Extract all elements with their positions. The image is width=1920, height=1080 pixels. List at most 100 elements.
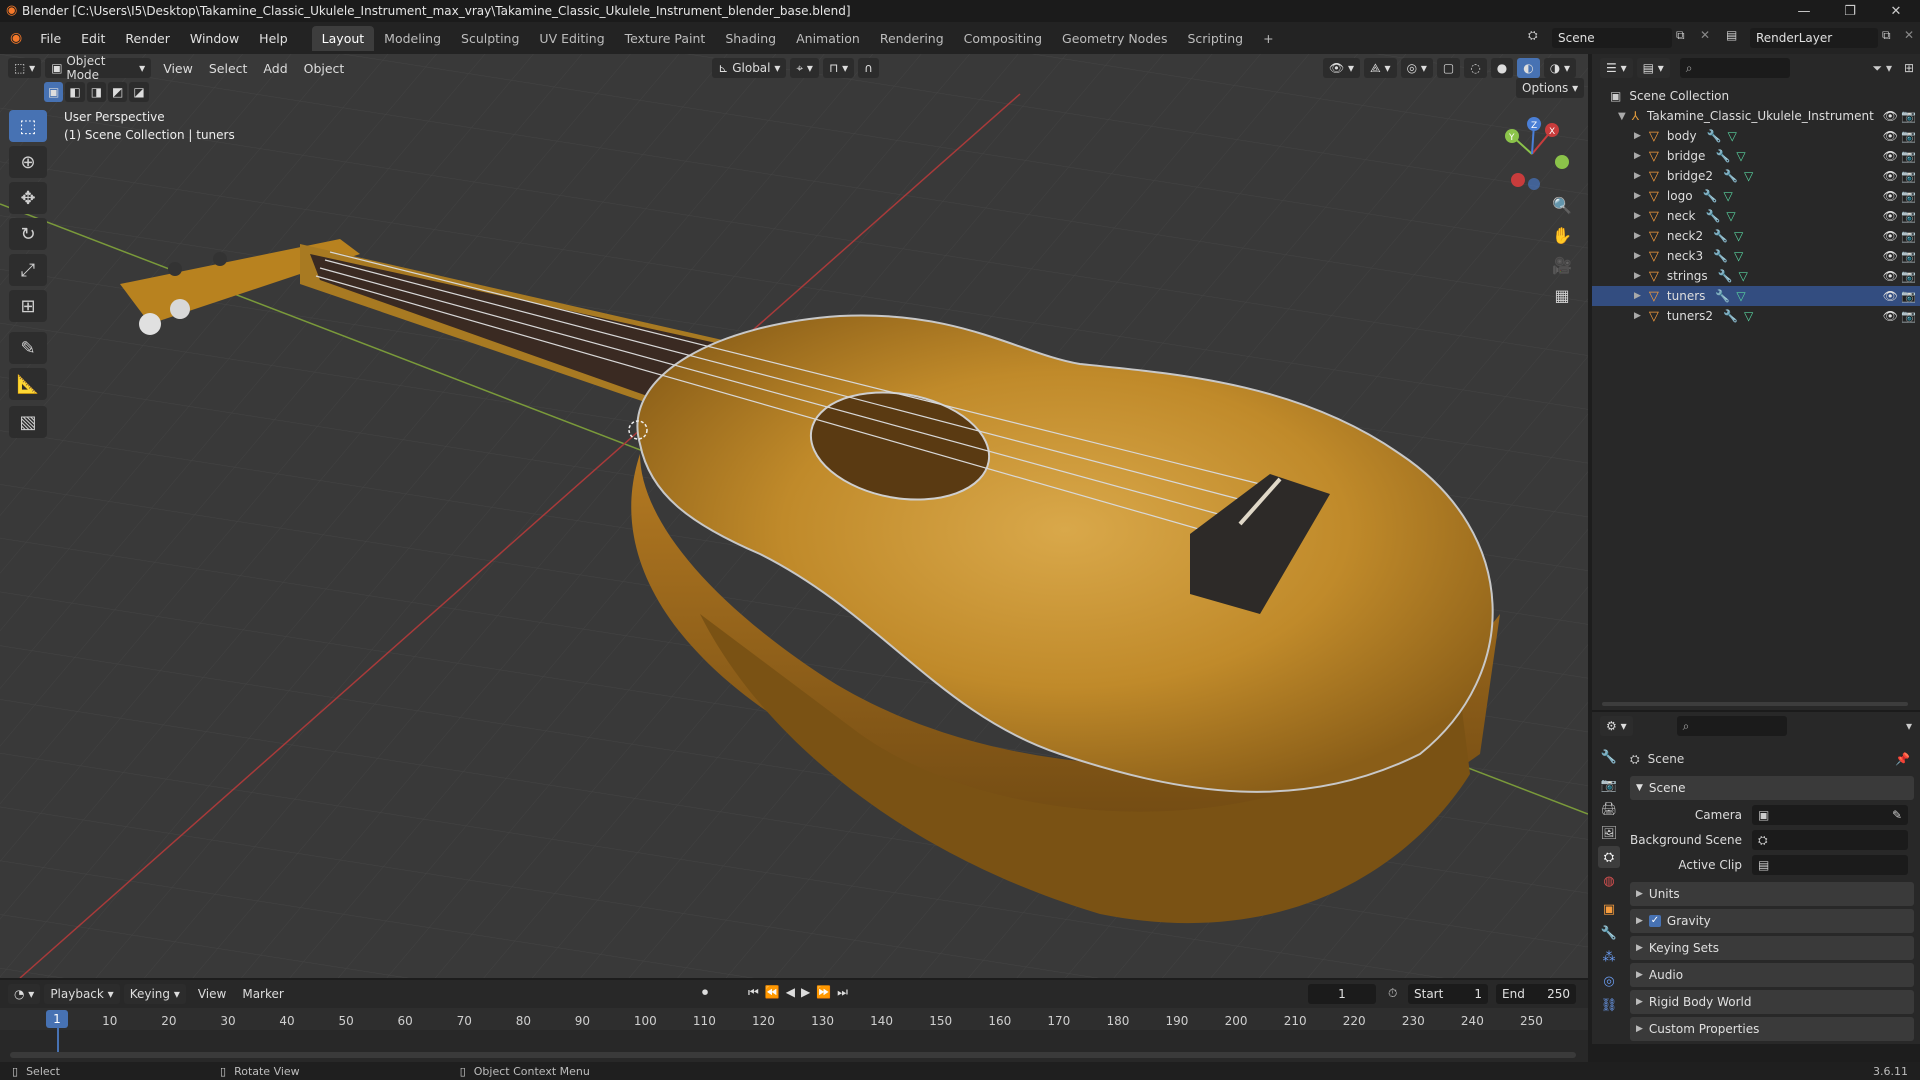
tuner-post[interactable]: [168, 262, 182, 276]
select-invert-icon[interactable]: ◩: [108, 82, 128, 102]
display-mode-icon[interactable]: ▤ ▾: [1636, 58, 1670, 78]
xray-icon[interactable]: ▢: [1436, 58, 1461, 78]
outliner-item-tuners2[interactable]: ▶ ▽ tuners2 🔧 ▽ 👁 📷: [1592, 306, 1920, 326]
scene-selector[interactable]: Scene: [1552, 28, 1672, 48]
expand-arrow-icon[interactable]: ▶: [1634, 311, 1641, 321]
zoom-icon[interactable]: 🔍: [1547, 192, 1577, 218]
gravity-checkbox[interactable]: ✓: [1648, 915, 1661, 927]
scene-collection-row[interactable]: ▣ Scene Collection: [1592, 86, 1920, 106]
navigation-gizmo[interactable]: X Y Z: [1492, 114, 1572, 194]
modifier-tab-icon[interactable]: 🔧: [1598, 922, 1620, 944]
expand-arrow-icon[interactable]: ▶: [1634, 191, 1641, 201]
eye-icon[interactable]: 👁: [1883, 149, 1898, 163]
playback-menu[interactable]: Playback ▾: [44, 984, 120, 1004]
tab-uv-editing[interactable]: UV Editing: [529, 26, 614, 51]
mesh-data-icon[interactable]: ▽: [1736, 289, 1745, 303]
rotate-tool-icon[interactable]: ↻: [9, 218, 47, 250]
panel-units[interactable]: ▶ Units: [1630, 882, 1914, 906]
physics-tab-icon[interactable]: ◎: [1598, 970, 1620, 992]
mesh-data-icon[interactable]: ▽: [1744, 169, 1753, 183]
mesh-data-icon[interactable]: ▽: [1728, 129, 1737, 143]
menu-file[interactable]: File: [30, 31, 71, 46]
panel-audio[interactable]: ▶ Audio: [1630, 963, 1914, 987]
perspective-grid-icon[interactable]: ▦: [1547, 282, 1577, 308]
rendered-shading-icon[interactable]: ◑ ▾: [1543, 58, 1576, 78]
render-camera-icon[interactable]: 📷: [1901, 309, 1916, 323]
pan-hand-icon[interactable]: ✋: [1547, 222, 1577, 248]
modifier-icon[interactable]: 🔧: [1723, 169, 1738, 183]
outliner-item-bridge2[interactable]: ▶ ▽ bridge2 🔧 ▽ 👁 📷: [1592, 166, 1920, 186]
outliner-item-logo[interactable]: ▶ ▽ logo 🔧 ▽ 👁 📷: [1592, 186, 1920, 206]
outliner-item-neck[interactable]: ▶ ▽ neck 🔧 ▽ 👁 📷: [1592, 206, 1920, 226]
end-frame-field[interactable]: End 250: [1496, 984, 1576, 1004]
filter-icon[interactable]: ⏷ ▾: [1873, 61, 1892, 76]
proportional-icon[interactable]: ∩: [858, 58, 879, 78]
eye-icon[interactable]: 👁: [1883, 169, 1898, 183]
eye-icon[interactable]: 👁: [1883, 229, 1898, 243]
render-camera-icon[interactable]: 📷: [1901, 249, 1916, 263]
menu-render[interactable]: Render: [115, 31, 180, 46]
outliner-item-tuners[interactable]: ▶ ▽ tuners 🔧 ▽ 👁 📷: [1592, 286, 1920, 306]
view-layer-tab-icon[interactable]: 🖼: [1598, 822, 1620, 844]
tab-shading[interactable]: Shading: [715, 26, 786, 51]
mesh-data-icon[interactable]: ▽: [1744, 309, 1753, 323]
select-new-icon[interactable]: ▣: [44, 82, 64, 102]
view-layer-icon[interactable]: ▤: [1726, 28, 1737, 42]
render-camera-icon[interactable]: 📷: [1901, 169, 1916, 183]
playhead[interactable]: 1: [46, 1010, 68, 1028]
render-camera-icon[interactable]: 📷: [1901, 229, 1916, 243]
properties-search-input[interactable]: ⌕: [1676, 716, 1787, 736]
menu-help[interactable]: Help: [249, 31, 298, 46]
viewport-menu-add[interactable]: Add: [255, 61, 295, 76]
mode-selector[interactable]: ▣ Object Mode ▾: [45, 54, 152, 82]
scene-panel-header[interactable]: ▼ Scene: [1630, 776, 1914, 800]
overlay-icon[interactable]: ◎ ▾: [1400, 58, 1433, 78]
tab-scripting[interactable]: Scripting: [1177, 26, 1253, 51]
new-collection-icon[interactable]: ⊞: [1904, 61, 1914, 75]
outliner-item-bridge[interactable]: ▶ ▽ bridge 🔧 ▽ 👁 📷: [1592, 146, 1920, 166]
eye-icon[interactable]: 👁: [1883, 129, 1898, 143]
delete-view-layer-icon[interactable]: ✕: [1904, 28, 1914, 42]
3d-viewport[interactable]: ⬚ ▾ ▣ Object Mode ▾ View Select Add Obje…: [0, 54, 1588, 978]
modifier-icon[interactable]: 🔧: [1715, 149, 1730, 163]
outliner-editor-icon[interactable]: ☰ ▾: [1600, 58, 1633, 78]
new-view-layer-icon[interactable]: ⧉: [1882, 28, 1891, 43]
visibility-icon[interactable]: 👁 ▾: [1322, 58, 1361, 78]
property-field[interactable]: ▣ ✎: [1752, 805, 1908, 825]
annotate-tool-icon[interactable]: ✎: [9, 332, 47, 364]
eye-icon[interactable]: 👁: [1883, 209, 1898, 223]
render-camera-icon[interactable]: 📷: [1901, 209, 1916, 223]
playback-controls[interactable]: ⏮⏪◀▶⏩⏭: [748, 985, 854, 1000]
expand-arrow-icon[interactable]: ▶: [1634, 171, 1641, 181]
clock-icon[interactable]: ⏱: [1388, 986, 1397, 1001]
expand-arrow-icon[interactable]: ▶: [1634, 211, 1641, 221]
solid-shading-icon[interactable]: ●: [1490, 58, 1514, 78]
panel-gravity[interactable]: ▶ ✓ Gravity: [1630, 909, 1914, 933]
modifier-icon[interactable]: 🔧: [1707, 129, 1722, 143]
expand-arrow-icon[interactable]: ▶: [1634, 151, 1641, 161]
delete-scene-icon[interactable]: ✕: [1700, 28, 1710, 42]
collection-row[interactable]: ▼ ⅄ Takamine_Classic_Ukulele_Instrument …: [1592, 106, 1920, 126]
timeline-editor-icon[interactable]: ◔ ▾: [8, 984, 41, 1004]
keying-menu[interactable]: Keying ▾: [123, 984, 186, 1004]
outliner-search-input[interactable]: ⌕: [1679, 58, 1790, 78]
wireframe-shading-icon[interactable]: ◌: [1464, 58, 1487, 78]
tab-compositing[interactable]: Compositing: [954, 26, 1052, 51]
panel-keying-sets[interactable]: ▶ Keying Sets: [1630, 936, 1914, 960]
render-camera-icon[interactable]: 📷: [1901, 129, 1916, 143]
tab-geometry-nodes[interactable]: Geometry Nodes: [1052, 26, 1177, 51]
material-shading-icon[interactable]: ◐: [1517, 58, 1540, 78]
minimize-icon[interactable]: —: [1784, 0, 1824, 22]
current-frame-field[interactable]: 1: [1308, 984, 1376, 1004]
expand-arrow-icon[interactable]: ▶: [1634, 251, 1641, 261]
scene-tab-icon[interactable]: ⛭: [1598, 846, 1620, 868]
mesh-data-icon[interactable]: ▽: [1736, 149, 1745, 163]
select-extend-icon[interactable]: ◧: [65, 82, 85, 102]
render-camera-icon[interactable]: 📷: [1901, 189, 1916, 203]
scale-tool-icon[interactable]: ⤢: [9, 254, 47, 286]
options-button[interactable]: Options ▾: [1516, 78, 1585, 98]
tab-rendering[interactable]: Rendering: [870, 26, 954, 51]
outliner-item-body[interactable]: ▶ ▽ body 🔧 ▽ 👁 📷: [1592, 126, 1920, 146]
render-camera-icon[interactable]: 📷: [1901, 109, 1916, 123]
start-frame-field[interactable]: Start 1: [1408, 984, 1488, 1004]
